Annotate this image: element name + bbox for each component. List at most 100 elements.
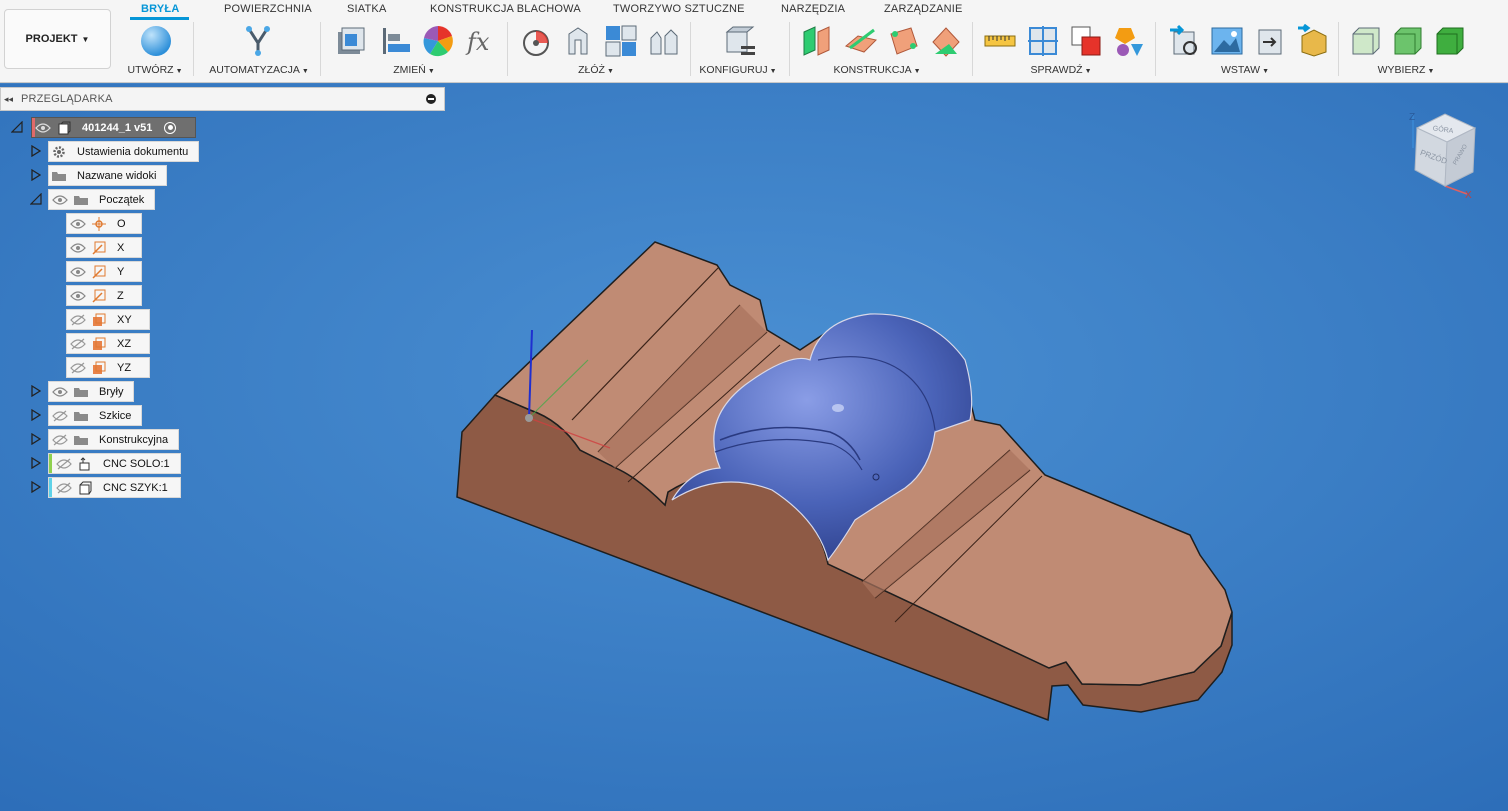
visibility-eye-icon[interactable] <box>49 382 71 401</box>
select-window-icon[interactable] <box>1390 24 1426 58</box>
appearance-icon[interactable] <box>420 24 456 58</box>
plane-icon <box>89 334 109 353</box>
interference-icon[interactable] <box>1068 24 1104 58</box>
activate-radio-icon[interactable] <box>164 121 177 134</box>
browser-title: PRZEGLĄDARKA <box>21 93 113 105</box>
align-icon[interactable] <box>378 24 414 58</box>
group-separator <box>320 22 321 76</box>
insert-mcmaster-icon[interactable] <box>1295 24 1331 58</box>
visibility-eye-icon[interactable] <box>67 262 89 281</box>
tab-narzedzia[interactable]: NARZĘDZIA <box>781 3 845 15</box>
tree-root-document[interactable]: 401244_1 v51 <box>31 117 196 138</box>
tab-tworzywo-sztuczne[interactable]: TWORZYWO SZTUCZNE <box>613 3 745 15</box>
group-zmien[interactable]: ZMIEŃ ▼ <box>393 64 435 76</box>
group-zloz[interactable]: ZŁÓŻ ▼ <box>578 64 614 76</box>
tab-powierzchnia[interactable]: POWIERZCHNIA <box>224 3 312 15</box>
visibility-eye-icon[interactable] <box>49 190 71 209</box>
cnc-part-model[interactable] <box>456 241 1233 722</box>
project-button[interactable]: PROJEKT ▼ <box>4 9 111 69</box>
tree-item-cnc-solo[interactable]: CNC SOLO:1 <box>48 453 181 474</box>
visibility-eye-icon[interactable] <box>32 118 54 137</box>
component-color-icon[interactable] <box>1110 24 1146 58</box>
plane-at-angle-icon[interactable] <box>843 24 879 58</box>
configure-icon[interactable] <box>722 24 758 58</box>
hidden-eye-icon[interactable] <box>49 430 71 449</box>
tree-item-construction-folder[interactable]: Konstrukcyjna <box>48 429 180 450</box>
component-stripe <box>49 478 52 497</box>
group-sprawdz[interactable]: SPRAWDŹ ▼ <box>1030 64 1091 76</box>
tree-item-xz-plane[interactable]: XZ <box>66 333 150 354</box>
insert-mesh-icon[interactable] <box>1252 24 1288 58</box>
group-separator <box>789 22 790 76</box>
collapse-panel-icon[interactable]: ◂◂ <box>4 94 18 105</box>
chevron-down-icon: ▼ <box>175 68 183 75</box>
group-konstrukcja[interactable]: KONSTRUKCJA ▼ <box>833 64 920 76</box>
automation-icon[interactable] <box>240 24 276 58</box>
tree-item-named-views[interactable]: Nazwane widoki <box>48 165 168 186</box>
insert-derive-icon[interactable] <box>1167 24 1203 58</box>
group-wstaw[interactable]: WSTAW ▼ <box>1221 64 1269 76</box>
expand-triangle-icon[interactable] <box>30 457 42 469</box>
hidden-eye-icon[interactable] <box>53 454 75 473</box>
group-automatyzacja[interactable]: AUTOMATYZACJA ▼ <box>209 64 309 76</box>
parameters-fx-icon[interactable]: fx <box>463 24 499 58</box>
view-cube[interactable]: Z X GÓRA PRZÓD PRAWO <box>1405 108 1487 200</box>
collapse-triangle-icon[interactable] <box>30 193 42 205</box>
hidden-eye-icon[interactable] <box>67 334 89 353</box>
chevron-down-icon: ▼ <box>769 68 777 75</box>
hidden-eye-icon[interactable] <box>49 406 71 425</box>
midplane-icon[interactable] <box>928 24 964 58</box>
hidden-eye-icon[interactable] <box>67 310 89 329</box>
motion-link-icon[interactable] <box>646 24 682 58</box>
tab-konstrukcja-blachowa[interactable]: KONSTRUKCJA BLACHOWA <box>430 3 581 15</box>
tree-item-z-axis[interactable]: Z <box>66 285 142 306</box>
group-konfiguruj[interactable]: KONFIGURUJ ▼ <box>699 64 776 76</box>
expand-triangle-icon[interactable] <box>30 433 42 445</box>
joint-icon[interactable] <box>560 24 596 58</box>
visibility-eye-icon[interactable] <box>67 286 89 305</box>
tree-item-document-settings[interactable]: Ustawienia dokumentu <box>48 141 200 162</box>
hidden-eye-icon[interactable] <box>53 478 75 497</box>
offset-plane-icon[interactable] <box>800 24 836 58</box>
tree-item-xy-plane[interactable]: XY <box>66 309 150 330</box>
tab-siatka[interactable]: SIATKA <box>347 3 387 15</box>
tree-item-y-axis[interactable]: Y <box>66 261 142 282</box>
measure-icon[interactable] <box>982 24 1018 58</box>
as-built-joint-icon[interactable] <box>603 24 639 58</box>
expand-triangle-icon[interactable] <box>30 481 42 493</box>
tab-zarzadzanie[interactable]: ZARZĄDZANIE <box>884 3 963 15</box>
select-through-icon[interactable] <box>1432 24 1468 58</box>
axis-icon <box>89 262 109 281</box>
group-wybierz[interactable]: WYBIERZ ▼ <box>1378 64 1435 76</box>
expand-triangle-icon[interactable] <box>30 409 42 421</box>
plane-tangent-icon[interactable] <box>886 24 922 58</box>
expand-triangle-icon[interactable] <box>30 385 42 397</box>
new-component-icon[interactable] <box>518 24 554 58</box>
tree-item-yz-plane[interactable]: YZ <box>66 357 150 378</box>
group-utworz[interactable]: UTWÓRZ ▼ <box>127 64 182 76</box>
expand-triangle-icon[interactable] <box>30 145 42 157</box>
section-analysis-icon[interactable] <box>1025 24 1061 58</box>
tab-bryla[interactable]: BRYŁA <box>141 3 179 15</box>
tree-item-x-axis[interactable]: X <box>66 237 142 258</box>
tree-item-origin-point[interactable]: O <box>66 213 142 234</box>
expand-triangle-icon[interactable] <box>30 169 42 181</box>
group-separator <box>1338 22 1339 76</box>
create-sphere-icon[interactable] <box>138 24 174 58</box>
active-tab-underline <box>130 17 189 20</box>
model-viewport[interactable] <box>0 84 1508 811</box>
minimize-panel-icon[interactable] <box>426 94 436 104</box>
select-box-icon[interactable] <box>1348 24 1384 58</box>
chevron-down-icon: ▼ <box>81 34 90 44</box>
collapse-triangle-icon[interactable] <box>11 121 23 133</box>
visibility-eye-icon[interactable] <box>67 214 89 233</box>
press-pull-icon[interactable] <box>333 24 369 58</box>
hidden-eye-icon[interactable] <box>67 358 89 377</box>
tree-item-cnc-szyk[interactable]: CNC SZYK:1 <box>48 477 181 498</box>
visibility-eye-icon[interactable] <box>67 238 89 257</box>
insert-canvas-icon[interactable] <box>1209 24 1245 58</box>
tree-item-bodies-folder[interactable]: Bryły <box>48 381 135 402</box>
tree-item-origin-folder[interactable]: Początek <box>48 189 156 210</box>
tree-item-sketches-folder[interactable]: Szkice <box>48 405 143 426</box>
group-separator <box>507 22 508 76</box>
